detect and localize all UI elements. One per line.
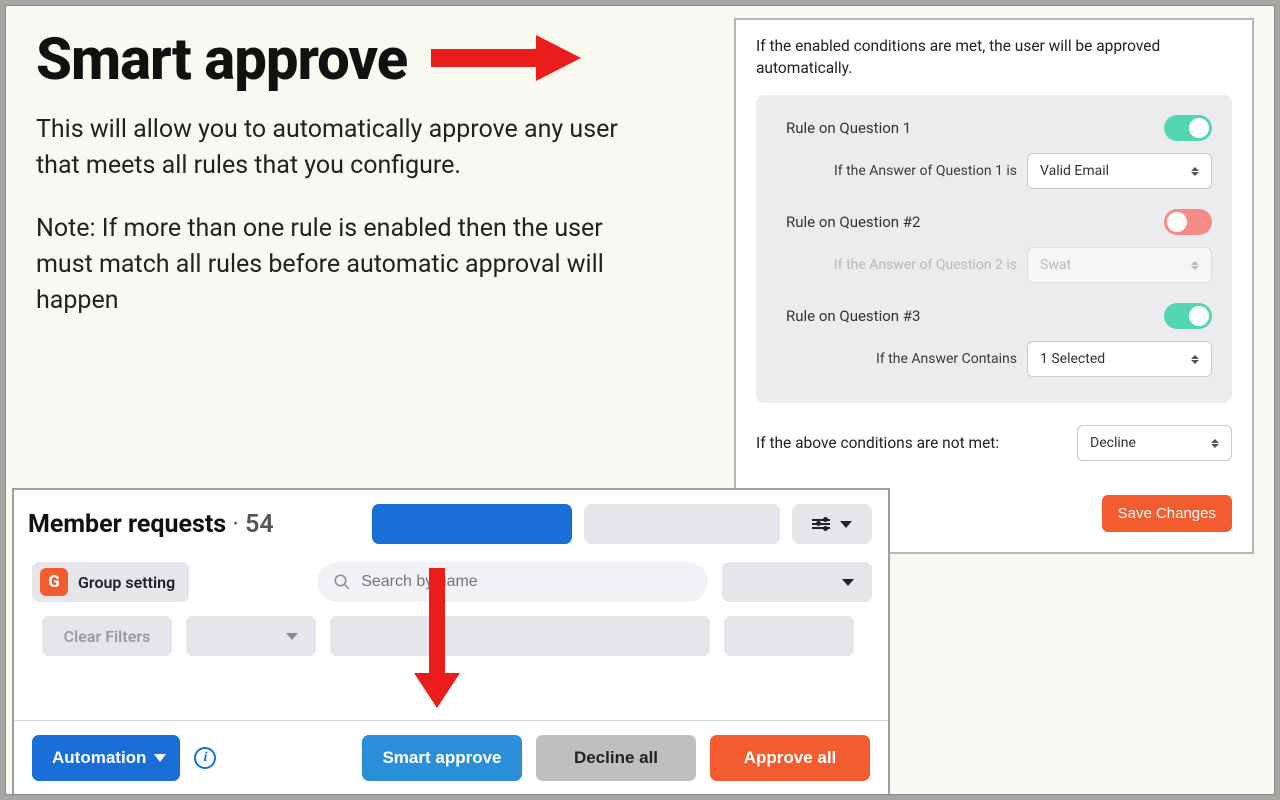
decline-all-button[interactable]: Decline all (536, 735, 696, 781)
member-requests-count: 54 (245, 510, 274, 539)
filter-chip-wide[interactable] (330, 616, 710, 656)
primary-action-pill[interactable] (372, 504, 572, 544)
sliders-icon (812, 517, 830, 531)
intro-paragraph-1: This will allow you to automatically app… (36, 112, 656, 185)
search-input-wrap[interactable] (317, 562, 708, 602)
search-icon (333, 573, 351, 591)
approve-all-button[interactable]: Approve all (710, 735, 870, 781)
rules-container: Rule on Question 1 If the Answer of Ques… (756, 95, 1232, 403)
sort-caret-icon (1211, 439, 1219, 448)
group-setting-chip[interactable]: G Group setting (32, 562, 189, 602)
page-title: Smart approve (36, 26, 407, 94)
chevron-down-icon (842, 579, 854, 586)
rule-2: Rule on Question #2 If the Answer of Que… (786, 209, 1212, 283)
filter-dropdown-1[interactable] (722, 562, 872, 602)
rule-1-title: Rule on Question 1 (786, 119, 911, 137)
arrow-right-icon (431, 35, 581, 85)
intro-paragraph-2: Note: If more than one rule is enabled t… (36, 211, 656, 320)
rule-1: Rule on Question 1 If the Answer of Ques… (786, 115, 1212, 189)
settings-dropdown[interactable] (792, 504, 872, 544)
rule-1-condition-label: If the Answer of Question 1 is (834, 163, 1017, 179)
rule-3-select-value: 1 Selected (1040, 351, 1191, 367)
search-input[interactable] (361, 573, 692, 591)
sort-caret-icon (1191, 355, 1199, 364)
sort-caret-icon (1191, 167, 1199, 176)
rule-1-select-value: Valid Email (1040, 163, 1109, 179)
filter-chip-small[interactable] (724, 616, 854, 656)
fallback-label: If the above conditions are not met: (756, 434, 999, 452)
rule-3-title: Rule on Question #3 (786, 307, 920, 325)
smart-approve-settings-panel: If the enabled conditions are met, the u… (734, 18, 1254, 554)
rule-1-toggle[interactable] (1164, 115, 1212, 141)
rule-3-toggle[interactable] (1164, 303, 1212, 329)
smart-approve-button[interactable]: Smart approve (362, 735, 522, 781)
secondary-action-pill[interactable] (584, 504, 780, 544)
automation-button[interactable]: Automation (32, 735, 180, 781)
rule-2-toggle[interactable] (1164, 209, 1212, 235)
member-requests-panel: Member requests · 54 G Group setting (12, 488, 890, 794)
rule-2-select: Swat (1027, 247, 1212, 283)
fallback-select[interactable]: Decline (1077, 425, 1232, 461)
chevron-down-icon (154, 754, 166, 762)
clear-filters-button[interactable]: Clear Filters (42, 616, 172, 656)
rule-2-title: Rule on Question #2 (786, 213, 920, 231)
info-icon[interactable]: i (194, 747, 216, 769)
fallback-select-value: Decline (1090, 435, 1136, 451)
chevron-down-icon (840, 521, 852, 528)
automation-label: Automation (52, 748, 146, 768)
sort-caret-icon (1191, 261, 1199, 270)
filter-dropdown-2[interactable] (186, 616, 316, 656)
rule-2-condition-label: If the Answer of Question 2 is (834, 257, 1017, 273)
group-logo-icon: G (40, 568, 68, 596)
member-requests-title: Member requests · 54 (28, 510, 274, 539)
rule-2-select-value: Swat (1040, 257, 1071, 273)
rule-3-condition-label: If the Answer Contains (876, 351, 1017, 367)
settings-description: If the enabled conditions are met, the u… (756, 36, 1232, 79)
rule-1-select[interactable]: Valid Email (1027, 153, 1212, 189)
member-requests-title-text: Member requests (28, 510, 226, 539)
rule-3-select[interactable]: 1 Selected (1027, 341, 1212, 377)
rule-3: Rule on Question #3 If the Answer Contai… (786, 303, 1212, 377)
save-changes-button[interactable]: Save Changes (1102, 495, 1232, 532)
chevron-down-icon (286, 633, 298, 640)
group-setting-label: Group setting (78, 573, 175, 592)
